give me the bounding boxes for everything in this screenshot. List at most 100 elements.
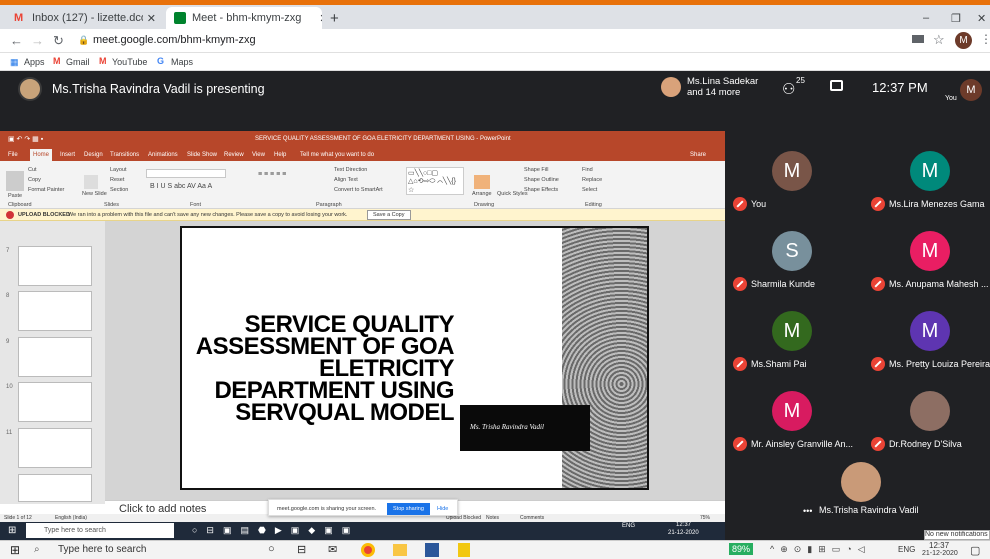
camera-icon[interactable] <box>912 35 924 43</box>
status-zoom[interactable]: 75% <box>700 515 710 521</box>
slide[interactable]: SERVICE QUALITY ASSESSMENT OF GOA ELETRI… <box>180 226 649 490</box>
mail-icon[interactable]: ✉ <box>328 543 337 556</box>
reset-button[interactable]: Reset <box>110 177 124 183</box>
participant-name: Ms.Shami Pai <box>751 359 807 369</box>
shape-effects-button[interactable]: Shape Effects <box>524 187 558 193</box>
font-format-icons: B I U S abc AV Aa A <box>150 183 213 190</box>
slide-thumbnail[interactable] <box>18 291 92 331</box>
stop-sharing-button[interactable]: Stop sharing <box>387 503 430 515</box>
meet-header: Ms.Trisha Ravindra Vadil is presenting M… <box>0 71 990 121</box>
shape-outline-button[interactable]: Shape Outline <box>524 177 559 183</box>
bookmark-star-icon[interactable]: ☆ <box>933 32 945 48</box>
slide-thumbnail[interactable] <box>18 474 92 502</box>
status-notes[interactable]: Notes <box>486 515 499 521</box>
taskbar-time[interactable]: 12:37 <box>929 541 949 550</box>
cut-button[interactable]: Cut <box>28 167 37 173</box>
status-comments[interactable]: Comments <box>520 515 544 521</box>
window-close-button[interactable]: ✕ <box>969 7 989 29</box>
participant-tile[interactable]: M Mr. Ainsley Granville An... <box>725 371 857 451</box>
ribbon-tab-slideshow[interactable]: Slide Show <box>187 152 217 158</box>
people-icon[interactable]: ⚇ <box>782 80 795 98</box>
align-text-button[interactable]: Align Text <box>334 177 358 183</box>
taskbar-date[interactable]: 21-12-2020 <box>922 550 958 557</box>
windows-start-icon[interactable]: ⊞ <box>10 543 20 557</box>
paragraph-icons: ≡ ≡ ≡ ≡ ≡ <box>258 171 287 178</box>
tab-meet[interactable]: Meet - bhm-kmym-zxg ✕ <box>166 7 322 29</box>
hide-button[interactable]: Hide <box>437 506 448 512</box>
find-button[interactable]: Find <box>582 167 593 173</box>
shape-fill-button[interactable]: Shape Fill <box>524 167 548 173</box>
new-slide-icon[interactable] <box>84 175 98 189</box>
smartart-button[interactable]: Convert to SmartArt <box>334 187 383 193</box>
participant-name: Dr.Rodney D'Silva <box>889 439 962 449</box>
url-field[interactable]: meet.google.com/bhm-kmym-zxg <box>93 34 256 46</box>
tab-gmail[interactable]: M Inbox (127) - lizette.dcosta@vvm ✕ <box>6 7 164 29</box>
share-button[interactable]: Share <box>690 152 706 158</box>
participant-tile[interactable]: M Ms.Lira Menezes Gama <box>863 131 990 211</box>
ribbon-tab-file[interactable]: File <box>8 152 18 158</box>
section-button[interactable]: Section <box>110 187 128 193</box>
task-view-icon[interactable]: ○ <box>268 543 275 555</box>
ribbon-tab-review[interactable]: Review <box>224 152 244 158</box>
ribbon-tab-design[interactable]: Design <box>84 152 103 158</box>
shapes-gallery[interactable]: ▭╲╲○□▢ △⌂⟲⇨⬭ ⌒╲╲{}☆ <box>406 167 464 195</box>
maximize-button[interactable]: ❐ <box>943 7 963 29</box>
tell-me-box[interactable]: Tell me what you want to do <box>300 152 374 158</box>
new-tab-button[interactable]: + <box>322 7 342 29</box>
select-button[interactable]: Select <box>582 187 597 193</box>
layout-button[interactable]: Layout <box>110 167 127 173</box>
bookmark-apps[interactable]: Apps <box>24 57 45 67</box>
save-copy-button[interactable]: Save a Copy <box>367 210 411 220</box>
chat-icon[interactable] <box>830 80 843 91</box>
reload-icon[interactable]: ↻ <box>53 33 64 49</box>
format-painter-button[interactable]: Format Painter <box>28 187 64 193</box>
slide-thumbnail[interactable] <box>18 382 92 422</box>
minimize-button[interactable]: – <box>915 7 935 29</box>
forward-icon[interactable]: → <box>31 33 44 48</box>
back-icon[interactable]: ← <box>10 33 23 48</box>
taskbar-search-box[interactable]: Type here to search <box>58 544 146 555</box>
ribbon-tab-home[interactable]: Home <box>30 149 53 161</box>
warning-label: UPLOAD BLOCKED <box>18 212 70 218</box>
ribbon-tab-help[interactable]: Help <box>274 152 286 158</box>
bookmark-maps[interactable]: Maps <box>171 57 193 67</box>
word-icon[interactable] <box>425 543 439 557</box>
widgets-icon[interactable]: ⊟ <box>297 543 306 556</box>
participant-tile[interactable]: M You <box>725 131 857 211</box>
participant-tile[interactable]: M Ms.Shami Pai <box>725 291 857 371</box>
notification-toast[interactable]: No new notifications <box>924 530 990 540</box>
profile-avatar[interactable]: M <box>955 32 972 49</box>
slide-thumbnail[interactable] <box>18 337 92 377</box>
quick-styles-button[interactable]: Quick Styles <box>497 191 528 197</box>
chrome-icon[interactable] <box>361 543 375 557</box>
replace-button[interactable]: Replace <box>582 177 602 183</box>
participant-tile[interactable]: M Ms. Anupama Mahesh ... <box>863 211 990 291</box>
bookmark-youtube[interactable]: YouTube <box>112 57 147 67</box>
ribbon-tab-view[interactable]: View <box>252 152 265 158</box>
file-explorer-icon[interactable] <box>393 544 407 556</box>
slide-thumbnail[interactable] <box>18 246 92 286</box>
more-options-icon[interactable]: ••• <box>803 506 812 516</box>
text-direction-button[interactable]: Text Direction <box>334 167 367 173</box>
participant-avatar: M <box>772 391 812 431</box>
participant-tile[interactable]: Dr.Rodney D'Silva <box>863 371 990 451</box>
copy-button[interactable]: Copy <box>28 177 41 183</box>
slide-thumbnail[interactable] <box>18 428 92 468</box>
tray-icons[interactable]: ^⊕⊙▮⊞▭◔◁ <box>770 544 871 555</box>
arrange-icon[interactable] <box>474 175 490 189</box>
participant-tile[interactable]: S Sharmila Kunde <box>725 211 857 291</box>
bookmark-gmail[interactable]: Gmail <box>66 57 90 67</box>
battery-indicator[interactable]: 89% <box>729 543 754 555</box>
ribbon-tab-transitions[interactable]: Transitions <box>110 152 139 158</box>
presenter-tile[interactable]: ••• Ms.Trisha Ravindra Vadil <box>795 460 925 522</box>
paste-icon[interactable] <box>6 171 24 191</box>
menu-icon[interactable]: ⋮ <box>980 32 990 46</box>
notification-icon[interactable]: ▢ <box>970 544 980 557</box>
close-icon[interactable]: ✕ <box>147 12 156 25</box>
participant-tile[interactable]: M Ms. Pretty Louiza Pereira <box>863 291 990 371</box>
ribbon-tab-animations[interactable]: Animations <box>148 152 178 158</box>
font-name-box[interactable] <box>146 169 226 178</box>
ribbon-tab-insert[interactable]: Insert <box>60 152 75 158</box>
powerbi-icon[interactable] <box>458 543 470 557</box>
language-indicator[interactable]: ENG <box>898 545 915 554</box>
